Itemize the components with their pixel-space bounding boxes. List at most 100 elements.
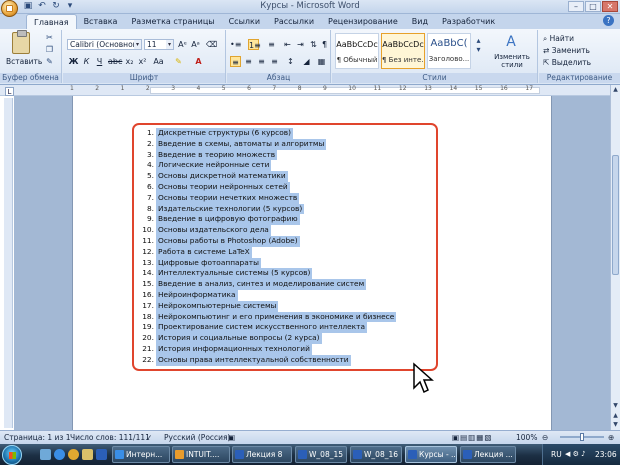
vertical-ruler[interactable] [4, 98, 13, 428]
paste-icon[interactable] [12, 30, 30, 54]
multilevel-list-icon[interactable]: ≡ [266, 39, 277, 50]
taskbar-button[interactable]: Курсы - ... [405, 446, 457, 463]
tab-insert[interactable]: Вставка [77, 14, 125, 29]
taskbar-button[interactable]: Интерн... [112, 446, 170, 463]
list-item[interactable]: 7. Основы теории нечетких множеств [140, 192, 440, 204]
align-left-icon[interactable]: ≡ [230, 56, 241, 67]
find-button[interactable]: ⌕ Найти [543, 34, 574, 44]
shrink-font-icon[interactable]: Aᵃ [190, 39, 201, 50]
style-heading-1[interactable]: AaBbC( Заголово... [427, 33, 471, 69]
numbered-list[interactable]: 1. Дискретные структуры (6 курсов) 2. Введе… [140, 128, 440, 366]
maximize-button[interactable]: □ [585, 1, 601, 12]
italic-button[interactable]: К [81, 56, 92, 67]
language-tray[interactable]: RU [551, 444, 562, 465]
word-quicklaunch-icon[interactable] [96, 449, 107, 460]
change-styles-button[interactable]: Изменить стили [490, 53, 534, 69]
scroll-down-icon[interactable]: ▼ [611, 401, 620, 410]
tab-page-layout[interactable]: Разметка страницы [124, 14, 221, 29]
tab-mailings[interactable]: Рассылки [267, 14, 321, 29]
taskbar-button[interactable]: Лекция 8 [232, 446, 292, 463]
grow-font-icon[interactable]: Aᵉ [177, 39, 188, 50]
zoom-in-icon[interactable]: ⊕ [608, 431, 614, 444]
font-color-icon[interactable]: A [193, 56, 204, 67]
line-spacing-icon[interactable]: ↕ [285, 56, 296, 67]
shading-icon[interactable]: ◢ [301, 56, 312, 67]
taskbar-button[interactable]: INTUIT.... [172, 446, 230, 463]
proofing-icon[interactable]: ✓ [146, 431, 152, 444]
zoom-level[interactable]: 100% [516, 431, 537, 444]
format-painter-icon[interactable]: ✎ [44, 57, 55, 66]
bold-button[interactable]: Ж [68, 56, 79, 67]
ie-quicklaunch-icon[interactable] [54, 449, 65, 460]
list-item[interactable]: 2. Введение в схемы, автоматы и алгоритмы [140, 138, 440, 150]
list-item[interactable]: 15. Введение в анализ, синтез и моделиров… [140, 279, 440, 290]
change-styles-icon[interactable]: A [502, 35, 520, 49]
replace-button[interactable]: ⇄ Заменить [543, 46, 590, 55]
decrease-indent-icon[interactable]: ⇤ [282, 39, 293, 50]
superscript-icon[interactable]: x² [137, 56, 148, 67]
style-no-spacing[interactable]: AaBbCcDc ¶ Без инте... [381, 33, 425, 69]
list-item[interactable]: 14. Интеллектуальные системы (5 курсов) [140, 268, 440, 280]
increase-indent-icon[interactable]: ⇥ [295, 39, 306, 50]
copy-icon[interactable]: ❐ [44, 45, 55, 54]
word-count[interactable]: Число слов: 111/111 [70, 431, 150, 444]
list-item[interactable]: 20. История и социальные вопросы (2 курса… [140, 333, 440, 344]
clear-format-icon[interactable]: ⌫ [206, 39, 217, 50]
subscript-icon[interactable]: x₂ [124, 56, 135, 67]
horizontal-ruler[interactable]: 1 2 1 2 3 4 5 6 7 8 9 10 11 12 13 14 15 16 17 [0, 85, 610, 96]
minimize-button[interactable]: – [568, 1, 584, 12]
list-item[interactable]: 16. Нейроинформатика [140, 289, 440, 301]
show-desktop-icon[interactable] [40, 449, 51, 460]
list-item[interactable]: 19. Проектирование систем искусственного … [140, 322, 440, 334]
list-item[interactable]: 3. Введение в теорию множеств [140, 149, 440, 161]
list-item[interactable]: 10. Основы издательского дела [140, 225, 440, 236]
close-button[interactable]: ✕ [602, 1, 618, 12]
tray-icons[interactable]: ◀ ⚙ ♪ [565, 444, 586, 465]
tab-selector-button[interactable]: L [5, 87, 14, 96]
styles-scroll-icon[interactable]: ▴ ▾ [473, 36, 484, 66]
page-count[interactable]: Страница: 1 из 1 [4, 431, 71, 444]
select-button[interactable]: ⇱ Выделить [543, 58, 591, 67]
next-page-icon[interactable]: ▼ [611, 420, 620, 429]
explorer-quicklaunch-icon[interactable] [82, 449, 93, 460]
language-indicator[interactable]: Русский (Россия) [164, 431, 230, 444]
scroll-up-icon[interactable]: ▲ [611, 85, 620, 94]
change-case-icon[interactable]: Aa [153, 56, 164, 67]
borders-icon[interactable]: ▦ [316, 56, 327, 67]
paste-button[interactable]: Вставить [6, 57, 42, 66]
style-normal[interactable]: AaBbCcDc ¶ Обычный [335, 33, 379, 69]
bullets-icon[interactable]: •≡ [230, 39, 241, 50]
list-item[interactable]: 21. История информационных технологий [140, 343, 440, 355]
tab-view[interactable]: Вид [405, 14, 435, 29]
list-item[interactable]: 17. Нейрокомпьютерные системы [140, 300, 440, 312]
list-item[interactable]: 13. Цифровые фотоаппараты [140, 257, 440, 269]
list-item[interactable]: 4. Логические нейронные сети [140, 160, 440, 172]
office-button[interactable] [1, 0, 18, 17]
list-item[interactable]: 22. Основы права интеллектуальной собстве… [140, 354, 440, 366]
font-size-combo[interactable]: 11 ▾ [144, 39, 174, 50]
strikethrough-icon[interactable]: abc [108, 56, 122, 67]
highlight-icon[interactable]: ✎ [173, 56, 184, 67]
list-item[interactable]: 8. Издательские технологии (5 курсов) [140, 203, 440, 215]
start-button[interactable] [2, 445, 22, 465]
tab-review[interactable]: Рецензирование [321, 14, 405, 29]
view-buttons[interactable]: ▣▤▥▦▧ [452, 431, 492, 444]
font-name-combo[interactable]: Calibri (Основной те ▾ [67, 39, 142, 50]
list-item[interactable]: 6. Основы теории нейронных сетей [140, 181, 440, 193]
clock[interactable]: 23:06 [595, 444, 617, 465]
list-item[interactable]: 11. Основы работы в Photoshop (Adobe) [140, 235, 440, 247]
taskbar-button[interactable]: Лекция ... [460, 446, 516, 463]
show-marks-icon[interactable]: ¶ [319, 39, 330, 50]
cut-icon[interactable]: ✂ [44, 33, 55, 42]
list-item[interactable]: 18. Нейрокомпьютинг и его применения в эк… [140, 311, 440, 323]
taskbar-button[interactable]: W_08_16 [350, 446, 402, 463]
list-item[interactable]: 9. Введение в цифровую фотографию [140, 214, 440, 226]
tab-developer[interactable]: Разработчик [435, 14, 502, 29]
taskbar-button[interactable]: W_08_15 [295, 446, 347, 463]
zoom-slider-thumb[interactable] [580, 433, 584, 441]
list-item[interactable]: 12. Работа в системе LaTeX [140, 246, 440, 258]
align-center-icon[interactable]: ≡ [243, 56, 254, 67]
help-icon[interactable]: ? [603, 15, 614, 26]
vertical-scrollbar[interactable]: ▲ ▼ ▲ ▼ [610, 85, 620, 430]
prev-page-icon[interactable]: ▲ [611, 411, 620, 420]
